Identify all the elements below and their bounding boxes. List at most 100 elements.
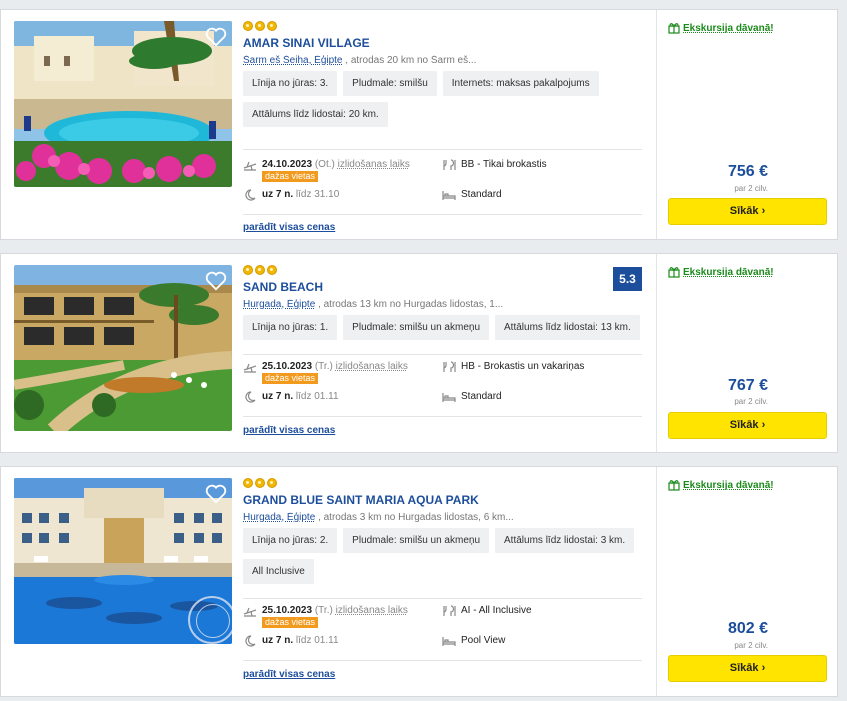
- distance-text: , atrodas 20 km no Šarm eš...: [345, 55, 477, 66]
- tag: Līnija no jūras: 2.: [243, 528, 338, 553]
- hotel-info: GRAND BLUE SAINT MARIA AQUA PARK Hurgada…: [243, 478, 643, 680]
- star-icon: [243, 265, 253, 275]
- hotel-location: Hurgada, Ēģipte , atrodas 13 km no Hurga…: [243, 299, 643, 310]
- till-date: līdz 01.11: [295, 391, 339, 402]
- location-link[interactable]: Šarm eš Šeiha, Ēģipte: [243, 55, 343, 66]
- room-value: Pool View: [461, 635, 506, 646]
- hotel-card: SAND BEACH Hurgada, Ēģipte , atrodas 13 …: [0, 253, 838, 453]
- hotel-tags: Līnija no jūras: 1. Pludmale: smilšu un …: [243, 315, 643, 340]
- gift-offer[interactable]: Ekskursija dāvanā!: [668, 22, 774, 34]
- rating-badge[interactable]: 5.3: [613, 267, 642, 291]
- details-button[interactable]: Sīkāk ›: [668, 198, 827, 225]
- room-type: Standard: [442, 391, 502, 403]
- details-button[interactable]: Sīkāk ›: [668, 412, 827, 439]
- gift-offer[interactable]: Ekskursija dāvanā!: [668, 266, 774, 278]
- weekday: (Tr.): [314, 361, 333, 372]
- moon-icon: [245, 189, 256, 201]
- tag: Pludmale: smilšu: [343, 71, 437, 96]
- hotel-stars: [243, 265, 643, 276]
- hotel-card: AMAR SINAI VILLAGE Šarm eš Šeiha, Ēģipte…: [0, 9, 838, 240]
- heart-icon[interactable]: [205, 27, 227, 47]
- price-panel: Ekskursija dāvanā! 802 € par 2 cilv. Sīk…: [656, 467, 838, 696]
- star-icon: [255, 21, 265, 31]
- tag: Internets: maksas pakalpojums: [442, 71, 599, 96]
- price-per: par 2 cilv.: [734, 641, 768, 650]
- travel-date: 25.10.2023 (Tr.) izlidošanas laiks dažas…: [243, 361, 408, 384]
- seats-badge: dažas vietas: [262, 617, 319, 628]
- stay-duration: uz 7 n. līdz 01.11: [243, 391, 339, 403]
- departure-time-link[interactable]: izlidošanas laiks: [338, 159, 410, 170]
- meal-icon: [443, 159, 456, 170]
- divider: [243, 214, 642, 215]
- hotel-name[interactable]: SAND BEACH: [243, 280, 643, 294]
- hotel-stars: [243, 21, 643, 32]
- moon-icon: [245, 635, 256, 647]
- gift-label: Ekskursija dāvanā!: [683, 479, 774, 491]
- till-date: līdz 01.11: [295, 635, 339, 646]
- nights-value: uz 7 n.: [262, 391, 294, 402]
- show-all-prices-link[interactable]: parādīt visas cenas: [243, 222, 335, 233]
- hotel-name[interactable]: AMAR SINAI VILLAGE: [243, 36, 643, 50]
- show-all-prices-link[interactable]: parādīt visas cenas: [243, 425, 335, 436]
- date-value: 25.10.2023: [262, 605, 313, 616]
- tag: Līnija no jūras: 1.: [243, 315, 338, 340]
- heart-icon[interactable]: [205, 484, 227, 504]
- date-value: 24.10.2023: [262, 159, 313, 170]
- hotel-name[interactable]: GRAND BLUE SAINT MARIA AQUA PARK: [243, 493, 643, 507]
- price-panel: Ekskursija dāvanā! 756 € par 2 cilv. Sīk…: [656, 10, 838, 239]
- hotel-tags: Līnija no jūras: 3. Pludmale: smilšu Int…: [243, 71, 643, 127]
- meal-value: HB - Brokastis un vakariņas: [461, 361, 585, 372]
- meal-value: BB - Tikai brokastis: [461, 159, 547, 170]
- room-type: Pool View: [442, 635, 505, 647]
- hotel-photo[interactable]: [14, 265, 232, 431]
- show-all-prices-link[interactable]: parādīt visas cenas: [243, 669, 335, 680]
- hotel-photo[interactable]: [14, 21, 232, 187]
- meal-plan: BB - Tikai brokastis: [442, 159, 547, 171]
- star-icon: [255, 478, 265, 488]
- gift-offer[interactable]: Ekskursija dāvanā!: [668, 479, 774, 491]
- weekday: (Ot.): [314, 159, 335, 170]
- room-value: Standard: [461, 189, 502, 200]
- star-icon: [243, 478, 253, 488]
- plane-icon: [243, 607, 257, 617]
- nights-value: uz 7 n.: [262, 189, 294, 200]
- seats-badge: dažas vietas: [262, 373, 319, 384]
- hotel-location: Hurgada, Ēģipte , atrodas 3 km no Hurgad…: [243, 512, 643, 523]
- star-icon: [267, 21, 277, 31]
- seats-badge: dažas vietas: [262, 171, 319, 182]
- star-icon: [267, 265, 277, 275]
- weekday: (Tr.): [314, 605, 333, 616]
- tag: Pludmale: smilšu un akmeņu: [343, 315, 490, 340]
- departure-time-link[interactable]: izlidošanas laiks: [336, 361, 408, 372]
- plane-icon: [243, 363, 257, 373]
- plane-icon: [243, 161, 257, 171]
- price-panel: Ekskursija dāvanā! 767 € par 2 cilv. Sīk…: [656, 254, 838, 452]
- distance-text: , atrodas 3 km no Hurgadas lidostas, 6 k…: [318, 512, 514, 523]
- tag: Līnija no jūras: 3.: [243, 71, 338, 96]
- price: 802 €: [727, 620, 768, 637]
- price: 767 €: [727, 377, 768, 394]
- hotel-tags: Līnija no jūras: 2. Pludmale: smilšu un …: [243, 528, 643, 584]
- stay-duration: uz 7 n. līdz 31.10: [243, 189, 339, 201]
- gift-label: Ekskursija dāvanā!: [683, 266, 774, 278]
- moon-icon: [245, 391, 256, 403]
- hotel-info: SAND BEACH Hurgada, Ēģipte , atrodas 13 …: [243, 265, 643, 436]
- tag: Pludmale: smilšu un akmeņu: [343, 528, 490, 553]
- tag: All Inclusive: [243, 559, 314, 584]
- departure-time-link[interactable]: izlidošanas laiks: [336, 605, 408, 616]
- meal-plan: HB - Brokastis un vakariņas: [442, 361, 584, 373]
- divider: [243, 149, 642, 150]
- till-date: līdz 31.10: [295, 189, 340, 200]
- hotel-info: AMAR SINAI VILLAGE Šarm eš Šeiha, Ēģipte…: [243, 21, 643, 233]
- hotel-photo[interactable]: [14, 478, 232, 644]
- details-button[interactable]: Sīkāk ›: [668, 655, 827, 682]
- location-link[interactable]: Hurgada, Ēģipte: [243, 299, 315, 310]
- gift-icon: [668, 480, 680, 491]
- room-value: Standard: [461, 391, 502, 402]
- travel-date: 24.10.2023 (Ot.) izlidošanas laiks dažas…: [243, 159, 410, 182]
- room-type: Standard: [442, 189, 502, 201]
- price: 756 €: [727, 163, 768, 180]
- location-link[interactable]: Hurgada, Ēģipte: [243, 512, 315, 523]
- date-value: 25.10.2023: [262, 361, 313, 372]
- heart-icon[interactable]: [205, 271, 227, 291]
